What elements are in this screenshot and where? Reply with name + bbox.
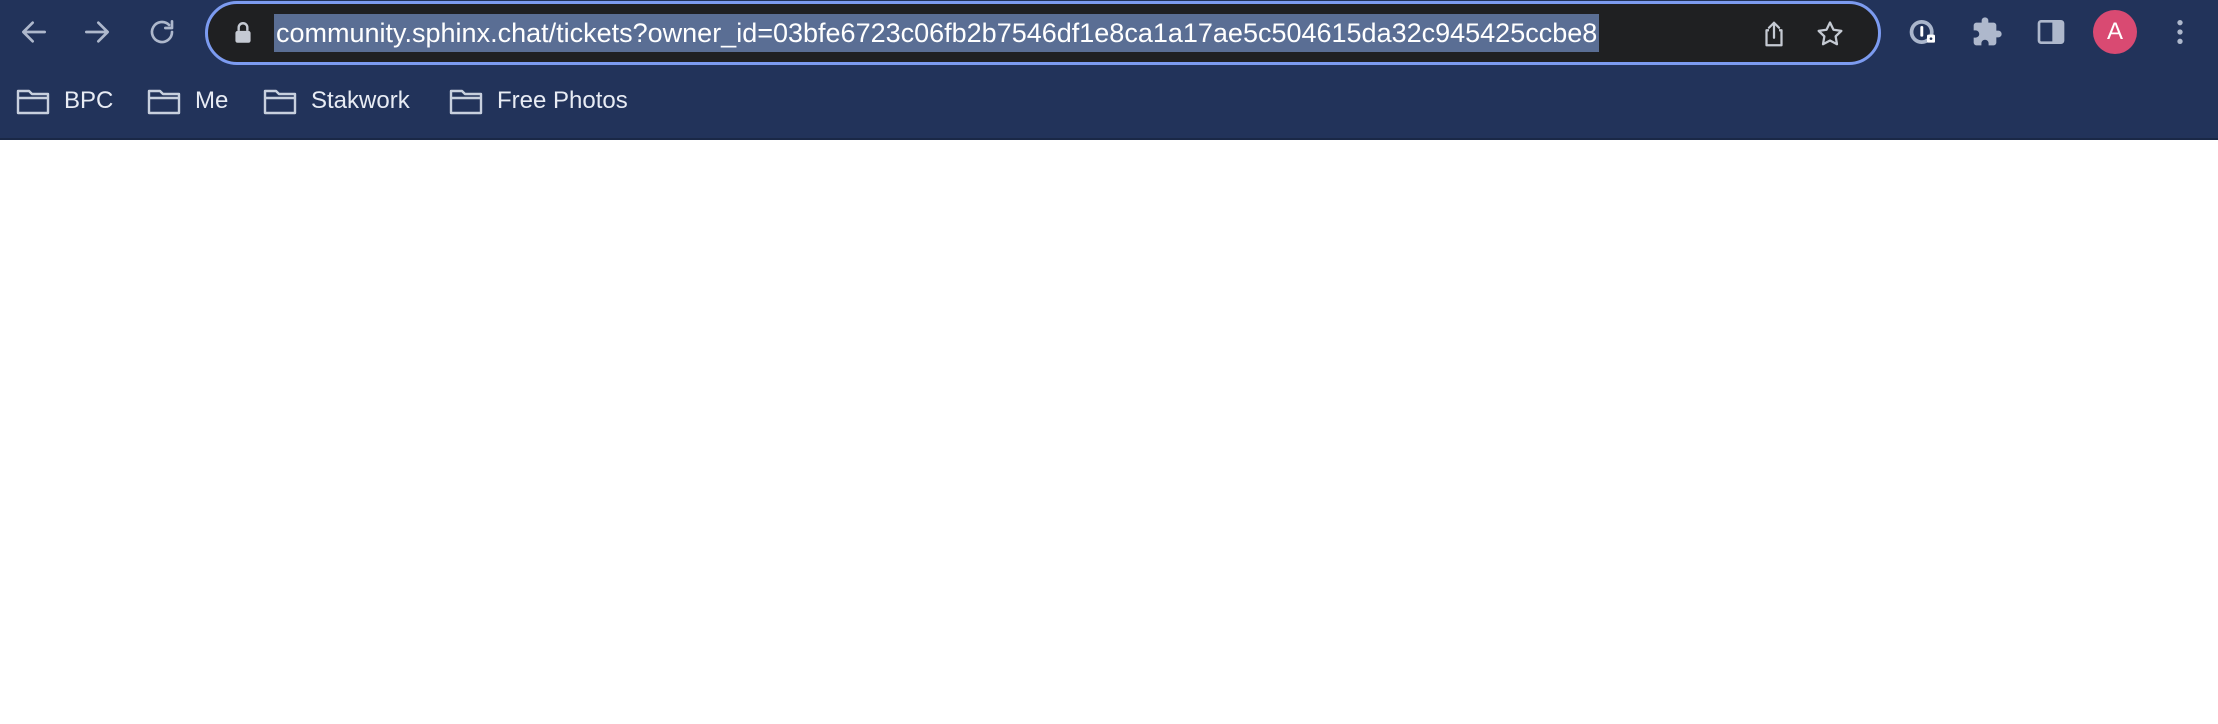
bookmark-folder-bpc[interactable]: BPC [16,78,113,124]
extensions-icon [1973,17,2002,46]
forward-button[interactable] [73,8,121,56]
bookmark-folder-free-photos[interactable]: Free Photos [449,78,628,124]
extensions-button[interactable] [1963,8,2011,56]
share-button[interactable] [1752,12,1796,56]
bookmarks-bar: BPC Me Stakwork Free Photos [0,78,2218,124]
browser-toolbar: community.sphinx.chat/tickets?owner_id=0… [0,0,2218,65]
back-button[interactable] [10,8,58,56]
address-bar[interactable]: community.sphinx.chat/tickets?owner_id=0… [205,1,1881,65]
folder-icon [263,89,297,115]
star-icon [1817,21,1843,46]
back-icon [22,21,46,43]
forward-icon [85,21,109,43]
reload-button[interactable] [138,8,186,56]
bookmark-label: Stakwork [311,87,410,114]
share-icon [1765,21,1783,47]
menu-icon [2177,20,2183,44]
bookmark-folder-stakwork[interactable]: Stakwork [263,78,410,124]
bookmark-folder-me[interactable]: Me [147,78,228,124]
bookmark-label: Free Photos [497,87,628,114]
side-panel-button[interactable] [2027,8,2075,56]
lock-icon[interactable] [230,20,256,46]
password-manager-button[interactable] [1899,8,1947,56]
browser-chrome: community.sphinx.chat/tickets?owner_id=0… [0,0,2218,140]
folder-icon [16,89,50,115]
side-panel-icon [2037,20,2065,44]
bookmark-label: Me [195,87,229,114]
folder-icon [147,89,181,115]
profile-avatar[interactable]: A [2093,10,2137,54]
bookmark-label: BPC [64,87,114,114]
bookmark-star-button[interactable] [1808,12,1852,56]
folder-icon [449,89,483,115]
reload-icon [150,20,174,44]
url-text[interactable]: community.sphinx.chat/tickets?owner_id=0… [274,14,1600,52]
page-content [0,140,2218,724]
password-manager-icon [1909,20,1935,44]
browser-menu-button[interactable] [2156,8,2204,56]
